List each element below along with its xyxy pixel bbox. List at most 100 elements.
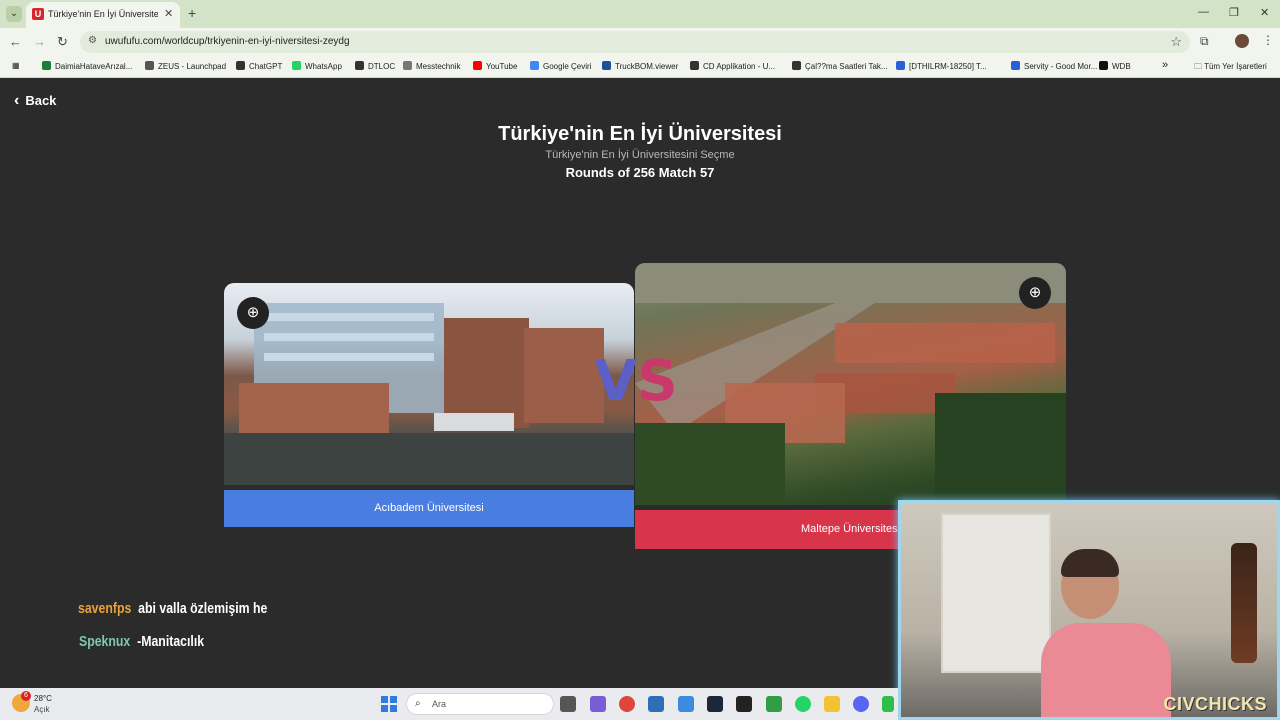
forward-arrow-icon[interactable]: → bbox=[33, 34, 46, 49]
bookmark-item[interactable]: ChatGPT bbox=[236, 61, 282, 71]
bookmark-item[interactable]: Çal??ma Saatleri Tak... bbox=[792, 61, 888, 71]
tab-search-button[interactable]: ⌄ bbox=[6, 6, 22, 22]
tab-strip: ⌄ U Türkiye'nin En İyi Üniversitesi | U … bbox=[0, 0, 1280, 28]
tab-active[interactable]: U Türkiye'nin En İyi Üniversitesi | U ✕ bbox=[26, 2, 180, 28]
xbox-icon[interactable] bbox=[766, 696, 782, 712]
site-info-icon[interactable]: ⚙ bbox=[88, 35, 97, 46]
apps-grid-icon[interactable]: ▦ bbox=[12, 61, 20, 70]
all-bookmarks-label: Tüm Yer İşaretleri bbox=[1204, 62, 1267, 71]
webcam-overlay: CIVCHICKS bbox=[898, 500, 1280, 720]
bookmark-label: DaimiaHataveArızal... bbox=[55, 62, 133, 71]
bookmark-label: Google Çeviri bbox=[543, 62, 592, 71]
profile-avatar[interactable] bbox=[1235, 34, 1249, 48]
task-view-icon[interactable] bbox=[560, 696, 576, 712]
bookmark-label: YouTube bbox=[486, 62, 518, 71]
bookmark-item[interactable]: TruckBOM.viewer bbox=[602, 61, 678, 71]
chat-message: -Manitacılık bbox=[137, 633, 205, 650]
bookmark-item[interactable]: ZEUS - Launchpad bbox=[145, 61, 226, 71]
chat-line: savenfps abi valla özlemişim he bbox=[78, 600, 267, 617]
reload-icon[interactable]: ↻ bbox=[57, 34, 68, 50]
all-bookmarks-button[interactable]: 🗀 Tüm Yer İşaretleri bbox=[1194, 61, 1267, 75]
bookmark-label: ZEUS - Launchpad bbox=[158, 62, 227, 71]
app-icon[interactable] bbox=[882, 696, 894, 712]
bookmark-favicon-icon bbox=[145, 61, 154, 70]
bookmarks-overflow-button[interactable]: » bbox=[1162, 59, 1168, 71]
vs-s: S bbox=[637, 349, 678, 414]
tab-title: Türkiye'nin En İyi Üniversitesi | U bbox=[48, 9, 158, 19]
bookmark-item[interactable]: Messtechnik bbox=[403, 61, 460, 71]
bookmark-favicon-icon bbox=[292, 61, 301, 70]
page-subtitle: Türkiye'nin En İyi Üniversitesini Seçme bbox=[545, 149, 735, 161]
bookmark-star-icon[interactable]: ☆ bbox=[1170, 34, 1182, 50]
page-title: Türkiye'nin En İyi Üniversitesi bbox=[498, 123, 782, 145]
bookmark-favicon-icon bbox=[355, 61, 364, 70]
window-restore-button[interactable]: ❐ bbox=[1229, 6, 1239, 19]
bookmark-favicon-icon bbox=[792, 61, 801, 70]
right-choice-image[interactable] bbox=[635, 263, 1066, 505]
steam-icon[interactable] bbox=[707, 696, 723, 712]
discord-icon[interactable] bbox=[853, 696, 869, 712]
back-arrow-icon[interactable]: ← bbox=[9, 34, 22, 49]
bookmark-favicon-icon bbox=[602, 61, 611, 70]
bookmark-item[interactable]: Servity - Good Mor... bbox=[1011, 61, 1097, 71]
bookmark-favicon-icon bbox=[403, 61, 412, 70]
epic-games-icon[interactable] bbox=[736, 696, 752, 712]
tab-favicon-icon: U bbox=[32, 8, 44, 20]
bookmark-label: Servity - Good Mor... bbox=[1024, 62, 1098, 71]
bookmark-label: WhatsApp bbox=[305, 62, 342, 71]
bookmark-label: DTLOC bbox=[368, 62, 396, 71]
start-button[interactable] bbox=[381, 696, 397, 712]
bookmark-item[interactable]: WhatsApp bbox=[292, 61, 342, 71]
search-icon: ⌕ bbox=[415, 698, 421, 709]
bookmark-label: [DTHILRM-18250] T... bbox=[909, 62, 987, 71]
left-zoom-icon[interactable]: ⊕ bbox=[237, 297, 269, 329]
stream-brand: CIVCHICKS bbox=[1163, 694, 1267, 714]
chrome-icon[interactable] bbox=[619, 696, 635, 712]
store-icon[interactable] bbox=[648, 696, 664, 712]
campus-building-illustration bbox=[224, 303, 634, 485]
tab-close-icon[interactable]: ✕ bbox=[164, 7, 173, 20]
back-button[interactable]: ‹ Back bbox=[14, 92, 56, 110]
bookmark-item[interactable]: CD Applikation - U... bbox=[690, 61, 775, 71]
versus-label: VS bbox=[594, 349, 678, 414]
bookmark-item[interactable]: [DTHILRM-18250] T... bbox=[896, 61, 987, 71]
chat-username: Speknux bbox=[79, 633, 131, 650]
bookmark-label: CD Applikation - U... bbox=[703, 62, 776, 71]
browser-toolbar: ← → ↻ ⚙ uwufufu.com/worldcup/trkiyenin-e… bbox=[0, 28, 1280, 56]
bookmark-item[interactable]: DaimiaHataveArızal... bbox=[42, 61, 132, 71]
left-choice-button[interactable]: Acıbadem Üniversitesi bbox=[224, 490, 634, 527]
round-info: Rounds of 256 Match 57 bbox=[565, 165, 715, 180]
browser-menu-icon[interactable]: ⋮ bbox=[1262, 33, 1274, 47]
windows-taskbar: 6 28°C Açık ⌕ Ara bbox=[0, 688, 898, 720]
taskbar-search[interactable]: ⌕ Ara bbox=[406, 693, 554, 715]
window-close-button[interactable]: ✕ bbox=[1260, 6, 1269, 19]
bookmark-label: ChatGPT bbox=[249, 62, 283, 71]
whatsapp-icon[interactable] bbox=[795, 696, 811, 712]
bookmark-favicon-icon bbox=[1099, 61, 1108, 70]
new-tab-button[interactable]: + bbox=[188, 5, 196, 21]
file-explorer-icon[interactable] bbox=[824, 696, 840, 712]
guitar-illustration bbox=[1231, 543, 1257, 663]
bookmark-item[interactable]: DTLOC bbox=[355, 61, 395, 71]
streamer-illustration bbox=[1041, 549, 1171, 717]
bookshelf-illustration bbox=[941, 513, 1051, 673]
right-zoom-icon[interactable]: ⊕ bbox=[1019, 277, 1051, 309]
temperature: 28°C bbox=[34, 694, 52, 703]
left-choice-image[interactable] bbox=[224, 283, 634, 485]
folder-icon: 🗀 bbox=[1194, 62, 1205, 71]
bookmark-item[interactable]: WDB bbox=[1099, 61, 1131, 71]
vs-v: V bbox=[594, 349, 638, 414]
extensions-icon[interactable]: ⧉ bbox=[1200, 34, 1209, 49]
bookmark-favicon-icon bbox=[42, 61, 51, 70]
notification-badge: 6 bbox=[21, 691, 31, 701]
mail-icon[interactable] bbox=[678, 696, 694, 712]
copilot-icon[interactable] bbox=[590, 696, 606, 712]
bookmark-label: WDB bbox=[1112, 62, 1131, 71]
bookmark-item[interactable]: Google Çeviri bbox=[530, 61, 591, 71]
address-bar[interactable]: ⚙ uwufufu.com/worldcup/trkiyenin-en-iyi-… bbox=[80, 31, 1190, 53]
bookmark-favicon-icon bbox=[530, 61, 539, 70]
back-label: Back bbox=[25, 93, 57, 108]
window-minimize-button[interactable]: — bbox=[1198, 6, 1209, 18]
bookmark-item[interactable]: YouTube bbox=[473, 61, 517, 71]
bookmark-label: TruckBOM.viewer bbox=[615, 62, 679, 71]
